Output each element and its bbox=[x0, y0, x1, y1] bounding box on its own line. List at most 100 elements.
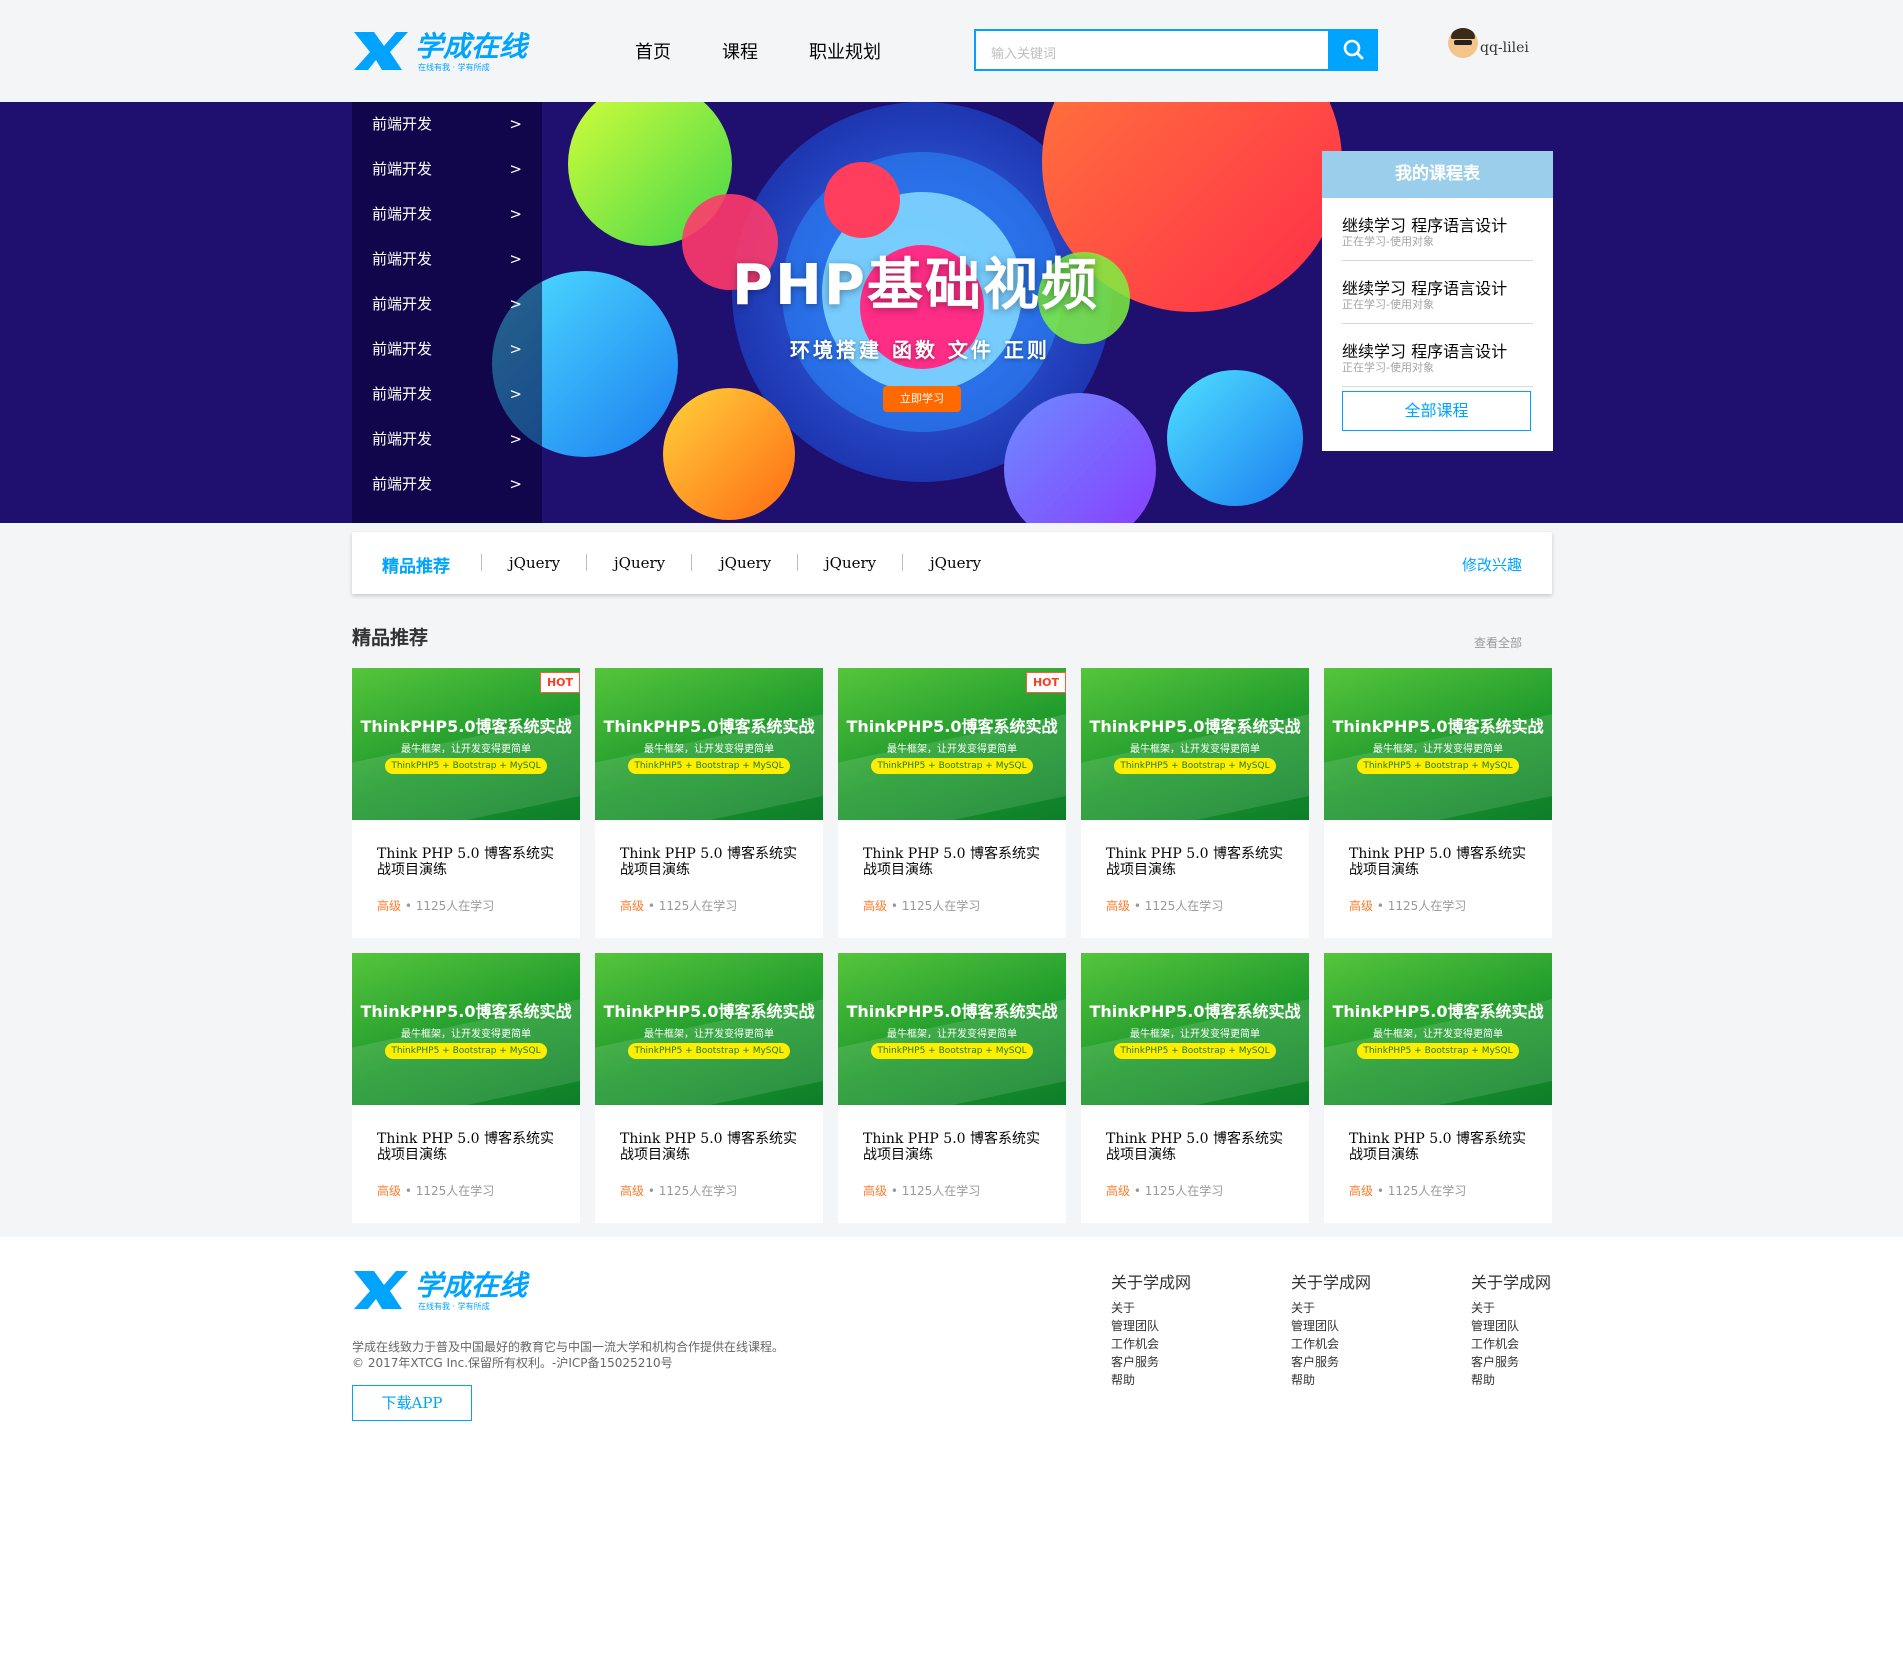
hot-badge: HOT bbox=[540, 672, 580, 693]
course-name[interactable]: Think PHP 5.0 博客系统实战项目演练 bbox=[863, 846, 1043, 878]
course-card[interactable]: ThinkPHP5.0博客系统实战 最牛框架，让开发变得更简单 ThinkPHP5 … bbox=[1081, 953, 1309, 1223]
category-menu-item[interactable]: 前端开发 > bbox=[352, 462, 542, 507]
thumb-subtitle: 最牛框架，让开发变得更简单 bbox=[401, 744, 531, 755]
category-menu-label: 前端开发 bbox=[372, 475, 433, 493]
course-thumbnail[interactable]: ThinkPHP5.0博客系统实战 最牛框架，让开发变得更简单 ThinkPHP5 … bbox=[595, 953, 823, 1105]
footer-link[interactable]: 客户服务 bbox=[1111, 1353, 1231, 1371]
course-thumbnail[interactable]: ThinkPHP5.0博客系统实战 最牛框架，让开发变得更简单 ThinkPHP5 … bbox=[1081, 668, 1309, 820]
tag-jquery[interactable]: jQuery bbox=[614, 554, 665, 572]
thumb-tech-pill: ThinkPHP5 + Bootstrap + MySQL bbox=[1357, 758, 1519, 774]
course-card[interactable]: ThinkPHP5.0博客系统实战 最牛框架，让开发变得更简单 ThinkPHP5 … bbox=[1324, 953, 1552, 1223]
course-thumbnail[interactable]: ThinkPHP5.0博客系统实战 最牛框架，让开发变得更简单 ThinkPHP5 … bbox=[352, 953, 580, 1105]
category-menu-item[interactable]: 前端开发 > bbox=[352, 282, 542, 327]
footer-link[interactable]: 管理团队 bbox=[1291, 1317, 1411, 1335]
course-name[interactable]: Think PHP 5.0 博客系统实战项目演练 bbox=[620, 846, 800, 878]
avatar[interactable] bbox=[1448, 28, 1478, 58]
category-menu-item[interactable]: 前端开发 > bbox=[352, 417, 542, 462]
course-thumbnail[interactable]: ThinkPHP5.0博客系统实战 最牛框架，让开发变得更简单 ThinkPHP5 … bbox=[838, 668, 1066, 820]
thumb-title: ThinkPHP5.0博客系统实战 bbox=[846, 1002, 1058, 1021]
footer-link[interactable]: 帮助 bbox=[1471, 1371, 1591, 1389]
nav-home[interactable]: 首页 bbox=[635, 38, 671, 64]
thumb-tech-pill: ThinkPHP5 + Bootstrap + MySQL bbox=[871, 758, 1033, 774]
footer-link[interactable]: 工作机会 bbox=[1291, 1335, 1411, 1353]
footer-link[interactable]: 客户服务 bbox=[1291, 1353, 1411, 1371]
course-meta: 高级 • 1125人在学习 bbox=[1349, 897, 1466, 914]
footer-link[interactable]: 管理团队 bbox=[1471, 1317, 1591, 1335]
footer-link[interactable]: 关于 bbox=[1471, 1299, 1591, 1317]
category-menu-item[interactable]: 前端开发 > bbox=[352, 192, 542, 237]
banner-title: PHP基础视频 bbox=[732, 253, 1099, 318]
tag-jquery[interactable]: jQuery bbox=[720, 554, 771, 572]
course-card[interactable]: ThinkPHP5.0博客系统实战 最牛框架，让开发变得更简单 ThinkPHP5 … bbox=[1324, 668, 1552, 938]
schedule-item[interactable]: 继续学习 程序语言设计 正在学习-使用对象 bbox=[1342, 261, 1533, 324]
tag-featured[interactable]: 精品推荐 bbox=[382, 552, 450, 577]
course-name[interactable]: Think PHP 5.0 博客系统实战项目演练 bbox=[1349, 1131, 1529, 1163]
thumb-subtitle: 最牛框架，让开发变得更简单 bbox=[1130, 1029, 1260, 1040]
edit-interests-link[interactable]: 修改兴趣 bbox=[1462, 554, 1522, 575]
course-name[interactable]: Think PHP 5.0 博客系统实战项目演练 bbox=[377, 846, 557, 878]
footer-link[interactable]: 工作机会 bbox=[1111, 1335, 1231, 1353]
category-menu-item[interactable]: 前端开发 > bbox=[352, 327, 542, 372]
category-menu-label: 前端开发 bbox=[372, 160, 433, 178]
course-thumbnail[interactable]: ThinkPHP5.0博客系统实战 最牛框架，让开发变得更简单 ThinkPHP5 … bbox=[1324, 668, 1552, 820]
logo[interactable]: 学成在线 在线有我 · 学有所成 bbox=[352, 26, 552, 76]
footer-link[interactable]: 关于 bbox=[1111, 1299, 1231, 1317]
search-placeholder: 输入关键词 bbox=[991, 47, 1057, 62]
course-card[interactable]: ThinkPHP5.0博客系统实战 最牛框架，让开发变得更简单 ThinkPHP5 … bbox=[838, 953, 1066, 1223]
course-card[interactable]: ThinkPHP5.0博客系统实战 最牛框架，让开发变得更简单 ThinkPHP5 … bbox=[352, 668, 580, 938]
course-thumbnail[interactable]: ThinkPHP5.0博客系统实战 最牛框架，让开发变得更简单 ThinkPHP5 … bbox=[352, 668, 580, 820]
course-thumbnail[interactable]: ThinkPHP5.0博客系统实战 最牛框架，让开发变得更简单 ThinkPHP5 … bbox=[1324, 953, 1552, 1105]
all-courses-button[interactable]: 全部课程 bbox=[1342, 391, 1531, 431]
nav-courses[interactable]: 课程 bbox=[722, 38, 758, 64]
course-name[interactable]: Think PHP 5.0 博客系统实战项目演练 bbox=[863, 1131, 1043, 1163]
footer-logo[interactable]: 学成在线 在线有我 · 学有所成 bbox=[352, 1265, 552, 1315]
download-app-button[interactable]: 下载APP bbox=[352, 1385, 472, 1421]
footer-link[interactable]: 管理团队 bbox=[1111, 1317, 1231, 1335]
course-name[interactable]: Think PHP 5.0 博客系统实战项目演练 bbox=[1106, 846, 1286, 878]
course-thumbnail[interactable]: ThinkPHP5.0博客系统实战 最牛框架，让开发变得更简单 ThinkPHP5 … bbox=[838, 953, 1066, 1105]
category-menu-item[interactable]: 前端开发 > bbox=[352, 147, 542, 192]
category-menu-item[interactable]: 前端开发 > bbox=[352, 372, 542, 417]
footer-column-heading: 关于学成网 bbox=[1111, 1273, 1192, 1292]
tag-divider bbox=[797, 554, 798, 571]
footer: 学成在线 在线有我 · 学有所成 学成在线致力于普及中国最好的教育它与中国一流大… bbox=[0, 1237, 1903, 1653]
thumb-subtitle: 最牛框架，让开发变得更简单 bbox=[887, 1029, 1017, 1040]
category-menu-label: 前端开发 bbox=[372, 385, 433, 403]
course-name[interactable]: Think PHP 5.0 博客系统实战项目演练 bbox=[620, 1131, 800, 1163]
footer-link[interactable]: 关于 bbox=[1291, 1299, 1411, 1317]
nav-career[interactable]: 职业规划 bbox=[809, 38, 881, 64]
course-meta: 高级 • 1125人在学习 bbox=[1349, 1182, 1466, 1199]
course-card[interactable]: ThinkPHP5.0博客系统实战 最牛框架，让开发变得更简单 ThinkPHP5 … bbox=[838, 668, 1066, 938]
category-menu-item[interactable]: 前端开发 > bbox=[352, 102, 542, 147]
footer-link[interactable]: 帮助 bbox=[1291, 1371, 1411, 1389]
tag-jquery[interactable]: jQuery bbox=[825, 554, 876, 572]
category-menu-item[interactable]: 前端开发 > bbox=[352, 237, 542, 282]
course-card[interactable]: ThinkPHP5.0博客系统实战 最牛框架，让开发变得更简单 ThinkPHP5 … bbox=[1081, 668, 1309, 938]
username[interactable]: qq-lilei bbox=[1480, 40, 1529, 56]
thumb-title: ThinkPHP5.0博客系统实战 bbox=[846, 717, 1058, 736]
footer-link[interactable]: 帮助 bbox=[1111, 1371, 1231, 1389]
course-thumbnail[interactable]: ThinkPHP5.0博客系统实战 最牛框架，让开发变得更简单 ThinkPHP5 … bbox=[595, 668, 823, 820]
banner-cta-button[interactable]: 立即学习 bbox=[883, 386, 961, 412]
course-name[interactable]: Think PHP 5.0 博客系统实战项目演练 bbox=[377, 1131, 557, 1163]
schedule-item[interactable]: 继续学习 程序语言设计 正在学习-使用对象 bbox=[1342, 198, 1533, 261]
view-all-link[interactable]: 查看全部 bbox=[1474, 634, 1522, 651]
category-menu-label: 前端开发 bbox=[372, 115, 433, 133]
course-name[interactable]: Think PHP 5.0 博客系统实战项目演练 bbox=[1106, 1131, 1286, 1163]
thumb-title: ThinkPHP5.0博客系统实战 bbox=[360, 1002, 572, 1021]
course-name[interactable]: Think PHP 5.0 博客系统实战项目演练 bbox=[1349, 846, 1529, 878]
search-button[interactable] bbox=[1328, 29, 1378, 71]
footer-link[interactable]: 工作机会 bbox=[1471, 1335, 1591, 1353]
course-thumbnail[interactable]: ThinkPHP5.0博客系统实战 最牛框架，让开发变得更简单 ThinkPHP5 … bbox=[1081, 953, 1309, 1105]
search-input[interactable]: 输入关键词 bbox=[974, 29, 1330, 71]
footer-link[interactable]: 客户服务 bbox=[1471, 1353, 1591, 1371]
course-card[interactable]: ThinkPHP5.0博客系统实战 最牛框架，让开发变得更简单 ThinkPHP5 … bbox=[595, 953, 823, 1223]
schedule-item[interactable]: 继续学习 程序语言设计 正在学习-使用对象 bbox=[1342, 324, 1533, 387]
course-card[interactable]: ThinkPHP5.0博客系统实战 最牛框架，让开发变得更简单 ThinkPHP5 … bbox=[595, 668, 823, 938]
footer-link-column: 关于学成网关于 管理团队 工作机会 客户服务 帮助 bbox=[1111, 1269, 1231, 1389]
course-card[interactable]: ThinkPHP5.0博客系统实战 最牛框架，让开发变得更简单 ThinkPHP5 … bbox=[352, 953, 580, 1223]
user-menu[interactable]: qq-lilei bbox=[1448, 28, 1529, 58]
tag-jquery[interactable]: jQuery bbox=[930, 554, 981, 572]
footer-desc-line: 学成在线致力于普及中国最好的教育它与中国一流大学和机构合作提供在线课程。 bbox=[352, 1340, 785, 1354]
tag-jquery[interactable]: jQuery bbox=[509, 554, 560, 572]
